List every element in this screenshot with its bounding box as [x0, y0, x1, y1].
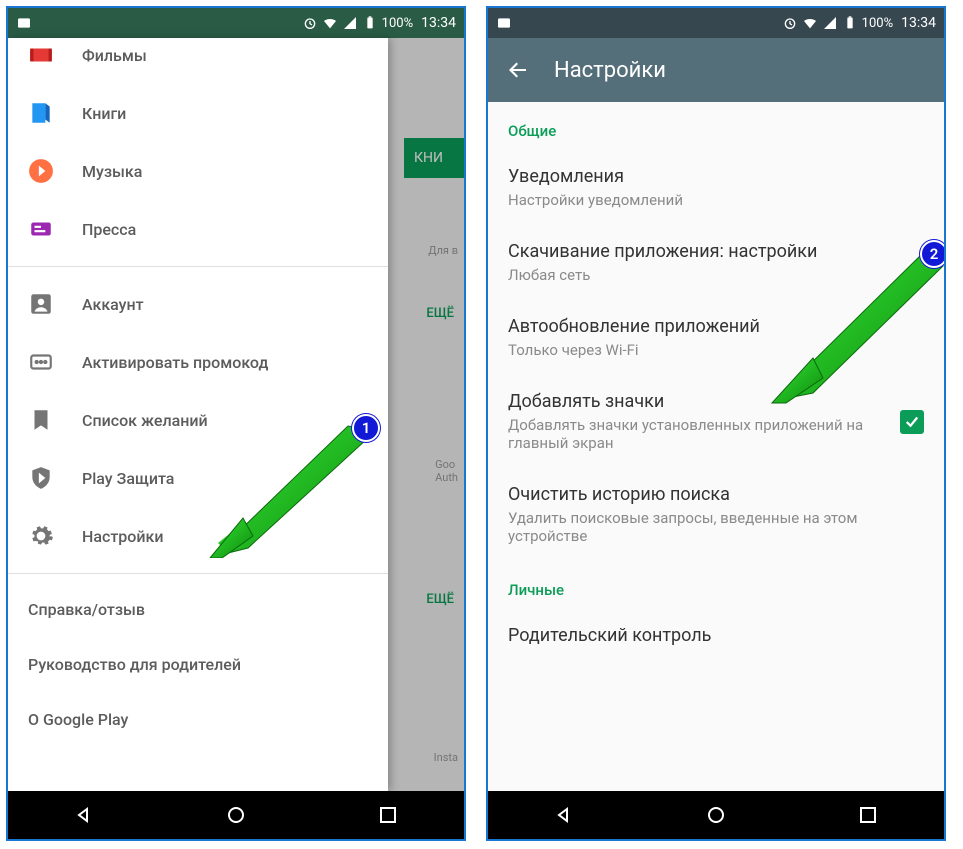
book-icon: [28, 100, 54, 126]
app-bar: Настройки: [488, 38, 944, 102]
battery-icon: [842, 15, 858, 31]
setting-subtitle: Только через Wi-Fi: [508, 341, 924, 359]
setting-title: Очистить историю поиска: [508, 484, 924, 505]
drawer-item-books[interactable]: Книги: [8, 84, 388, 142]
divider: [8, 266, 388, 267]
drawer-item-label: Аккаунт: [82, 295, 144, 314]
status-bar: 100% 13:34: [8, 8, 464, 38]
drawer-item-settings[interactable]: Настройки: [8, 507, 388, 565]
navigation-drawer: Фильмы Книги Музыка Пресса: [8, 38, 388, 791]
wifi-icon: [322, 15, 338, 31]
settings-list[interactable]: Общие Уведомления Настройки уведомлений …: [488, 102, 944, 791]
setting-download-pref[interactable]: Скачивание приложения: настройки Любая с…: [488, 225, 944, 300]
signal-icon: [822, 15, 838, 31]
drawer-item-wishlist[interactable]: Список желаний: [8, 391, 388, 449]
setting-title: Родительский контроль: [508, 625, 924, 646]
notification-icon: [16, 15, 32, 31]
android-nav-bar: [8, 791, 464, 839]
gear-icon: [28, 523, 54, 549]
clock: 13:34: [901, 15, 936, 31]
bookmark-icon: [28, 407, 54, 433]
back-button[interactable]: [506, 58, 530, 82]
clock: 13:34: [421, 15, 456, 31]
drawer-item-press[interactable]: Пресса: [8, 200, 388, 258]
drawer-item-label: Пресса: [82, 220, 136, 239]
drawer-item-films[interactable]: Фильмы: [8, 38, 388, 84]
drawer-item-account[interactable]: Аккаунт: [8, 275, 388, 333]
drawer-item-label: Активировать промокод: [82, 353, 268, 372]
section-header-general: Общие: [488, 102, 944, 150]
setting-subtitle: Удалить поисковые запросы, введенные на …: [508, 509, 924, 545]
android-nav-bar: [488, 791, 944, 839]
music-icon: [28, 158, 54, 184]
alarm-icon: [782, 15, 798, 31]
drawer-item-label: Книги: [82, 104, 126, 123]
nav-back-button[interactable]: [552, 803, 576, 827]
setting-subtitle: Добавлять значки установленных приложени…: [508, 416, 924, 452]
setting-title: Автообновление приложений: [508, 316, 924, 337]
screenshot-2: 100% 13:34 Настройки Общие Уведомления Н…: [486, 6, 946, 841]
drawer-footer-about[interactable]: О Google Play: [8, 692, 388, 747]
nav-recent-button[interactable]: [376, 803, 400, 827]
newsstand-icon: [28, 216, 54, 242]
drawer-item-promo[interactable]: Активировать промокод: [8, 333, 388, 391]
drawer-item-label: Список желаний: [82, 411, 208, 430]
nav-back-button[interactable]: [72, 803, 96, 827]
setting-add-icons[interactable]: Добавлять значки Добавлять значки устано…: [488, 375, 944, 468]
setting-title: Добавлять значки: [508, 391, 924, 412]
app-bar-title: Настройки: [554, 58, 666, 83]
battery-percent: 100%: [862, 16, 893, 31]
battery-icon: [362, 15, 378, 31]
status-bar: 100% 13:34: [488, 8, 944, 38]
drawer-item-label: Play Защита: [82, 469, 174, 488]
drawer-footer-help[interactable]: Справка/отзыв: [8, 582, 388, 637]
account-icon: [28, 291, 54, 317]
setting-subtitle: Настройки уведомлений: [508, 191, 924, 209]
setting-parental-control[interactable]: Родительский контроль: [488, 609, 944, 662]
drawer-item-label: Музыка: [82, 162, 142, 181]
alarm-icon: [302, 15, 318, 31]
setting-auto-update[interactable]: Автообновление приложений Только через W…: [488, 300, 944, 375]
drawer-footer-parent-guide[interactable]: Руководство для родителей: [8, 637, 388, 692]
wifi-icon: [802, 15, 818, 31]
drawer-item-label: Фильмы: [82, 46, 147, 65]
setting-title: Скачивание приложения: настройки: [508, 241, 924, 262]
shield-icon: [28, 465, 54, 491]
nav-home-button[interactable]: [704, 803, 728, 827]
signal-icon: [342, 15, 358, 31]
notification-icon: [496, 15, 512, 31]
drawer-item-label: Настройки: [82, 527, 163, 546]
section-header-personal: Личные: [488, 561, 944, 609]
screenshot-1: 100% 13:34 КНИ Для в ЕЩЁ GooAuth ЕЩЁ Ins…: [6, 6, 466, 841]
setting-notifications[interactable]: Уведомления Настройки уведомлений: [488, 150, 944, 225]
checkbox-checked-icon[interactable]: [900, 410, 924, 434]
battery-percent: 100%: [382, 16, 413, 31]
film-icon: [28, 42, 54, 68]
divider: [8, 573, 388, 574]
setting-title: Уведомления: [508, 166, 924, 187]
drawer-item-protect[interactable]: Play Защита: [8, 449, 388, 507]
drawer-item-music[interactable]: Музыка: [8, 142, 388, 200]
setting-clear-history[interactable]: Очистить историю поиска Удалить поисковы…: [488, 468, 944, 561]
nav-home-button[interactable]: [224, 803, 248, 827]
nav-recent-button[interactable]: [856, 803, 880, 827]
setting-subtitle: Любая сеть: [508, 266, 924, 284]
redeem-icon: [28, 349, 54, 375]
